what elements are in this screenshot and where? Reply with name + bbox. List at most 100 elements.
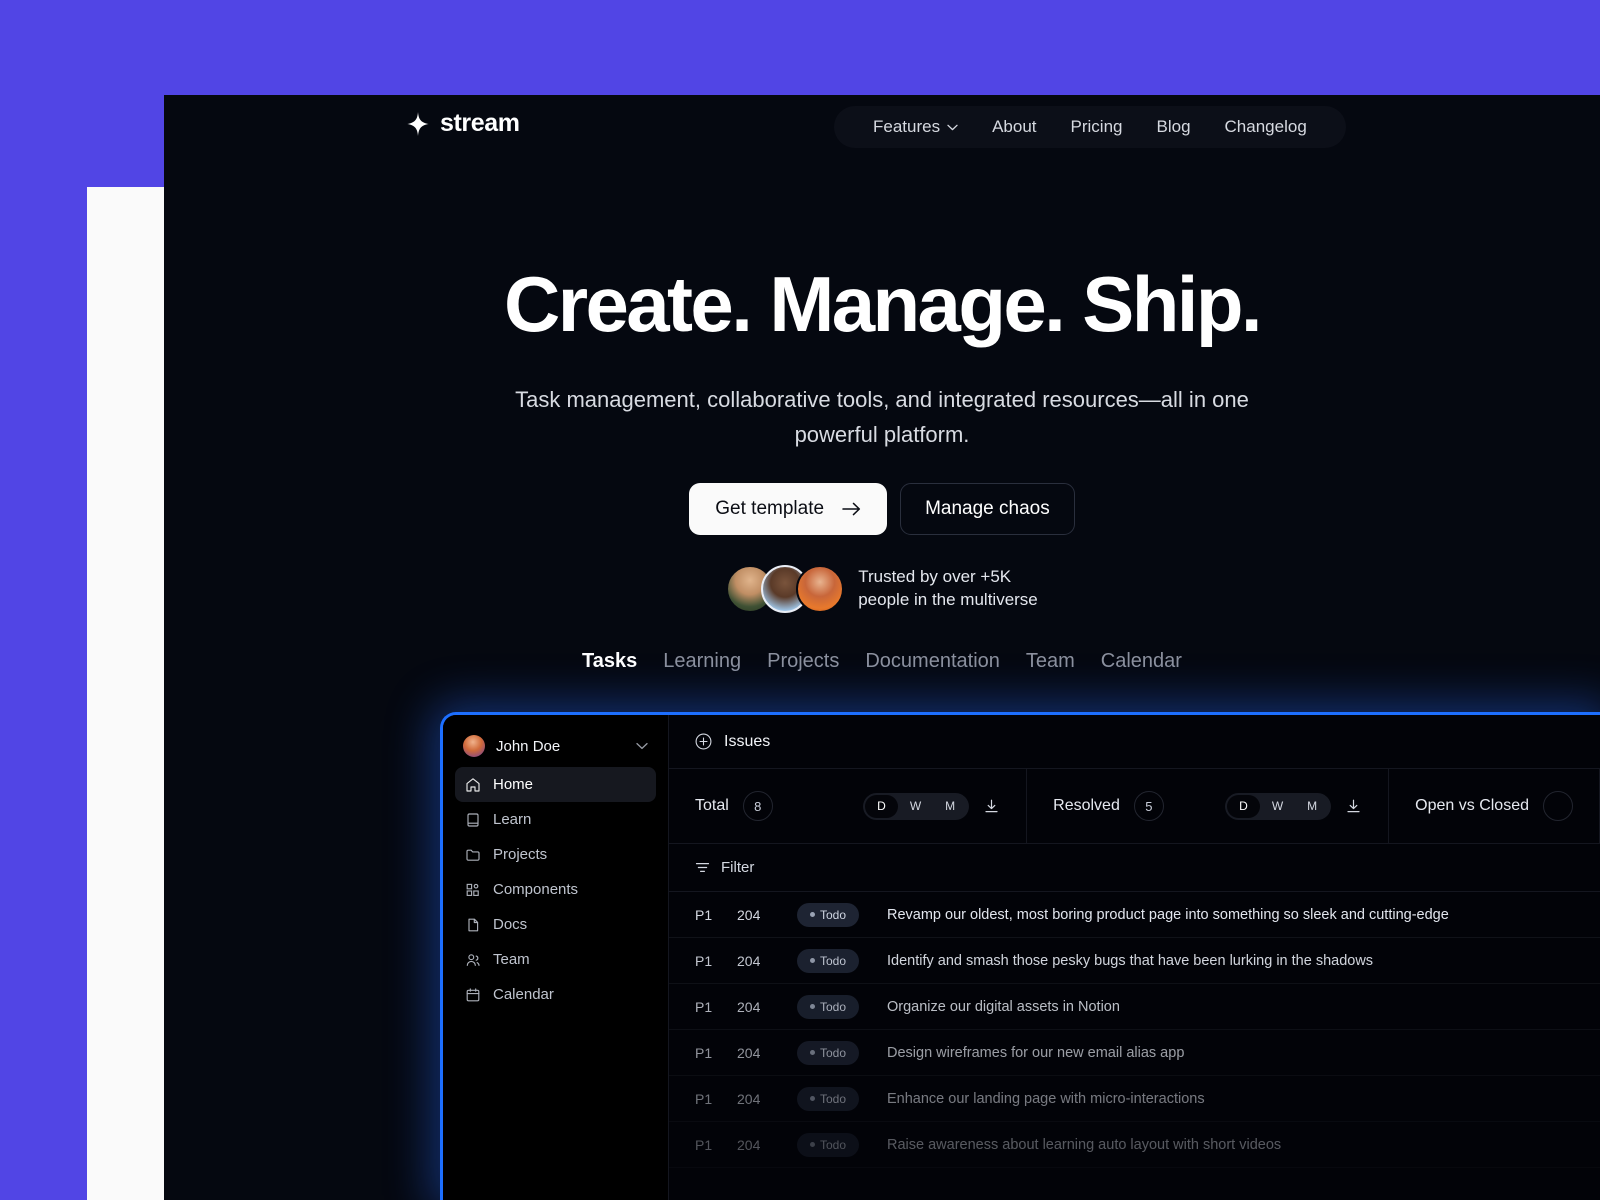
issue-title: Design wireframes for our new email alia… [887,1044,1185,1061]
status-label: Todo [819,953,847,968]
dashboard-window: John Doe Home Learn Projects Components … [440,712,1600,1200]
cta-row: Get template Manage chaos [164,483,1600,535]
table-row[interactable]: P1 204 Todo Raise awareness about learni… [669,1122,1600,1168]
sidebar-item-label: Learn [493,811,532,828]
status-dot-icon [809,958,815,963]
issue-priority: P1 [695,1090,713,1107]
user-switcher[interactable]: John Doe [455,725,656,767]
sidebar-item-home[interactable]: Home [455,767,656,802]
sidebar-item-team[interactable]: Team [455,942,656,977]
tab-documentation[interactable]: Documentation [865,650,1000,673]
book-icon [467,812,479,827]
feature-tabs: Tasks Learning Projects Documentation Te… [164,650,1600,673]
status-label: Todo [819,1091,847,1106]
users-icon [466,953,480,966]
stat-value: 5 [1133,791,1164,821]
range-toggle-resolved[interactable]: D W M [1225,792,1332,820]
status-dot-icon [809,1050,815,1055]
issue-number: 204 [737,1090,761,1107]
range-option-m[interactable]: M [1295,795,1329,818]
social-proof: Trusted by over +5K people in the multiv… [164,565,1600,613]
dashboard-main: Issues Total 8 D W M Resolved 5 D W M Op… [669,715,1600,1200]
tab-learning[interactable]: Learning [663,650,741,673]
table-row[interactable]: P1 204 Todo Enhance our landing page wit… [669,1076,1600,1122]
sidebar-item-label: Team [493,951,530,968]
plus-circle-icon[interactable] [695,733,712,750]
nav-item-features-label: Features [873,117,941,136]
tab-projects[interactable]: Projects [767,650,839,673]
range-option-d[interactable]: D [865,794,898,818]
nav-item-changelog[interactable]: Changelog [1208,106,1324,148]
download-icon[interactable] [983,798,1000,815]
calendar-icon [466,987,480,1001]
nav-item-pricing[interactable]: Pricing [1054,106,1140,148]
range-toggle-total[interactable]: D W M [863,792,970,820]
issue-title: Organize our digital assets in Notion [887,998,1120,1015]
issue-title: Enhance our landing page with micro-inte… [887,1090,1205,1107]
nav-item-features[interactable]: Features [856,106,975,148]
tab-tasks[interactable]: Tasks [582,650,637,673]
range-option-d[interactable]: D [1227,794,1260,818]
get-template-button[interactable]: Get template [689,483,888,535]
status-label: Todo [819,1045,847,1060]
sidebar-item-docs[interactable]: Docs [455,907,656,942]
issue-number: 204 [737,1136,761,1153]
filter-bar[interactable]: Filter [669,844,1600,892]
issue-priority: P1 [695,906,713,923]
manage-chaos-button[interactable]: Manage chaos [900,483,1075,535]
stat-label: Resolved [1053,797,1120,814]
table-row[interactable]: P1 204 Todo Identify and smash those pes… [669,938,1600,984]
status-dot-icon [809,912,815,917]
sidebar-item-components[interactable]: Components [455,872,656,907]
dashboard-sidebar: John Doe Home Learn Projects Components … [443,715,669,1200]
table-row[interactable]: P1 204 Todo Organize our digital assets … [669,984,1600,1030]
avatar [463,735,485,757]
chevron-down-icon [636,742,648,750]
range-option-w[interactable]: W [898,795,933,818]
brand-name: stream [440,109,520,137]
status-badge: Todo [797,994,859,1019]
tab-team[interactable]: Team [1026,650,1075,673]
brand-logo[interactable]: stream [407,109,520,138]
chevron-down-icon [947,124,958,130]
status-label: Todo [819,1137,847,1152]
trust-line-2: people in the multiverse [858,590,1038,609]
range-option-m[interactable]: M [933,795,967,818]
stats-row: Total 8 D W M Resolved 5 D W M Open vs C… [669,769,1600,844]
issue-title: Identify and smash those pesky bugs that… [887,952,1374,969]
issue-number: 204 [737,906,761,923]
range-option-w[interactable]: W [1260,795,1295,818]
status-badge: Todo [797,902,859,927]
table-row[interactable]: P1 204 Todo Design wireframes for our ne… [669,1030,1600,1076]
hero-subtitle: Task management, collaborative tools, an… [515,387,1249,447]
tab-calendar[interactable]: Calendar [1101,650,1182,673]
nav-pill: Features About Pricing Blog Changelog [834,106,1346,148]
get-template-label: Get template [715,498,825,519]
dark-hero-panel: stream Features About Pricing Blog Chang… [164,95,1600,1200]
download-icon[interactable] [1345,798,1362,815]
status-badge: Todo [797,948,859,973]
avatar-group [726,565,845,613]
table-row[interactable]: P1 204 Todo Revamp our oldest, most bori… [669,892,1600,938]
document-icon [468,918,479,931]
stat-value: 8 [742,791,773,821]
sidebar-item-learn[interactable]: Learn [455,802,656,837]
avatar [796,565,845,613]
decorative-white-block [87,187,165,1200]
stat-label: Total [695,797,729,814]
stat-value [1543,791,1573,821]
issue-title: Revamp our oldest, most boring product p… [887,906,1449,923]
sidebar-item-label: Home [493,776,534,793]
page-root: stream Features About Pricing Blog Chang… [0,0,1600,1200]
user-name: John Doe [496,737,561,755]
nav-item-about[interactable]: About [975,106,1053,148]
sidebar-item-label: Calendar [493,986,554,1003]
page-title: Create. Manage. Ship. [504,260,1263,348]
filter-label: Filter [721,859,755,876]
sidebar-item-projects[interactable]: Projects [455,837,656,872]
nav-item-blog[interactable]: Blog [1140,106,1208,148]
issue-priority: P1 [695,1044,713,1061]
sidebar-item-label: Projects [493,846,548,863]
stat-resolved: Resolved 5 D W M [1027,769,1390,843]
sidebar-item-calendar[interactable]: Calendar [455,977,656,1012]
